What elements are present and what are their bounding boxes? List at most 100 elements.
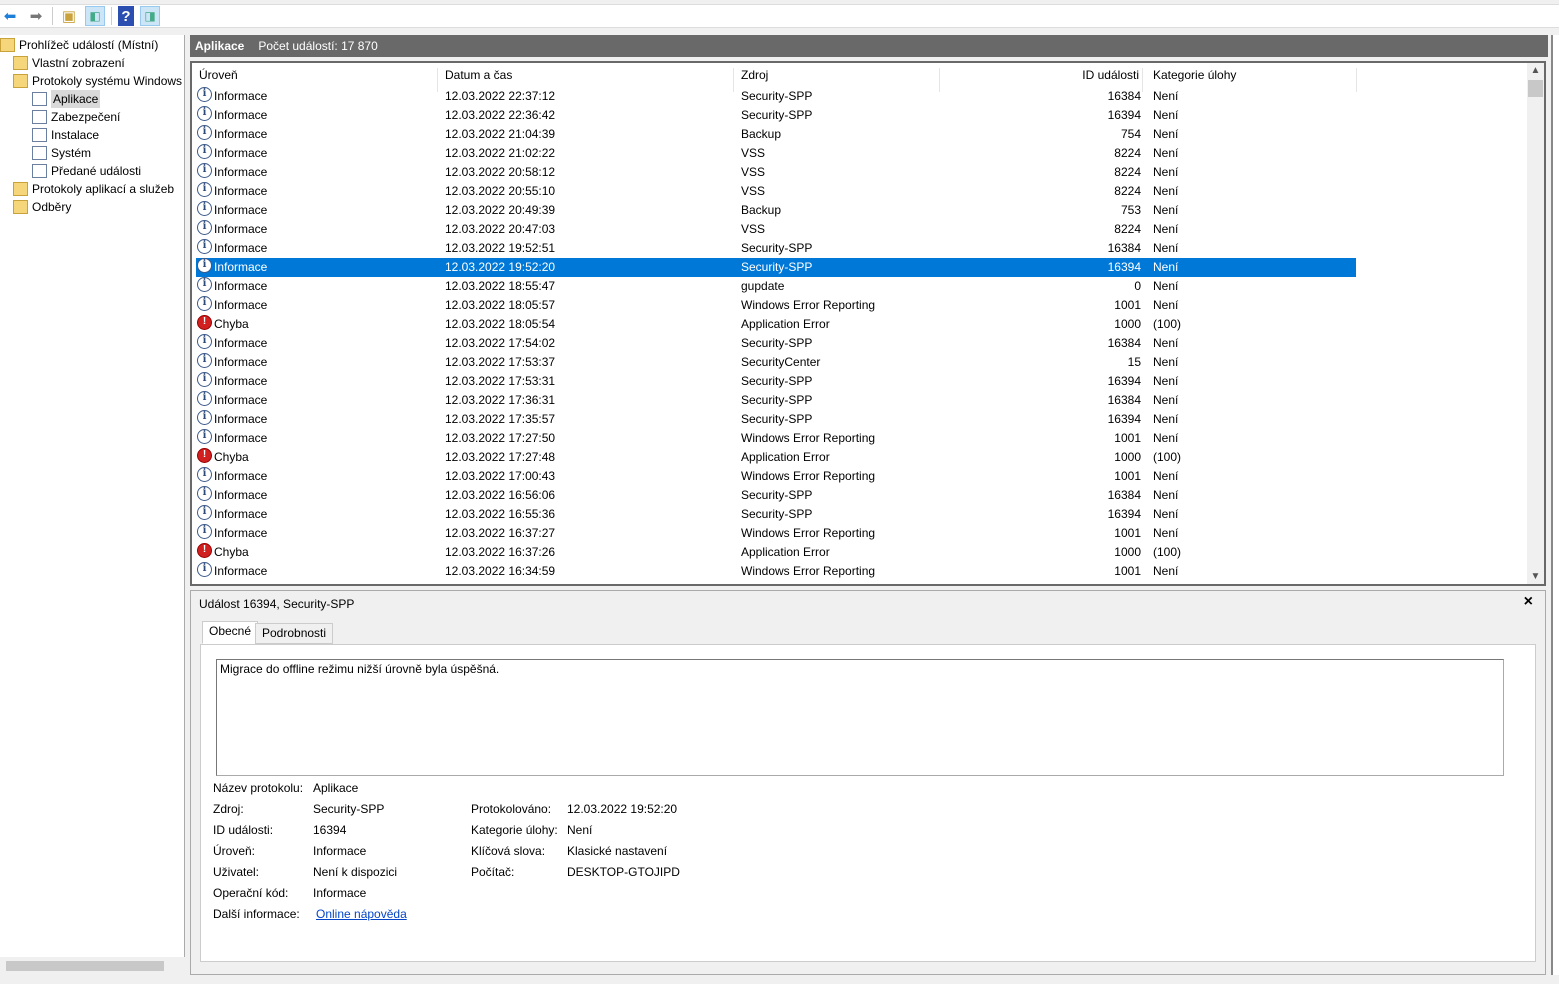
table-row[interactable]: i Informace 12.03.2022 19:52:20 Security-SP… — [196, 258, 1356, 277]
tree-item[interactable]: Prohlížeč událostí (Místní) — [0, 36, 158, 54]
table-row[interactable]: i Informace 12.03.2022 16:34:59 Windows Err… — [196, 562, 1356, 581]
cell-date-time: 12.03.2022 18:55:47 — [445, 279, 556, 293]
cell-level: Informace — [214, 222, 268, 236]
tree-item[interactable]: Systém — [32, 144, 91, 162]
scroll-up-icon[interactable]: ▲ — [1527, 65, 1544, 76]
field-value: Není k dispozici — [313, 865, 398, 879]
table-row[interactable]: ! Chyba 12.03.2022 18:05:54 Application Err… — [196, 315, 1356, 334]
horizontal-scrollbar[interactable] — [0, 957, 185, 975]
cell-source: Application Error — [741, 317, 830, 331]
cell-source: Security-SPP — [741, 393, 813, 407]
table-row[interactable]: i Informace 12.03.2022 17:35:57 Security-SP… — [196, 410, 1356, 429]
table-row[interactable]: ! Chyba 12.03.2022 16:37:26 Application Err… — [196, 543, 1356, 562]
table-row[interactable]: i Informace 12.03.2022 17:36:31 Security-SP… — [196, 391, 1356, 410]
field-label: Počítač: — [471, 865, 515, 879]
event-count: Počet událostí: 17 870 — [258, 39, 378, 53]
column-header[interactable]: ID události — [1082, 68, 1139, 82]
cell-task-category: Není — [1153, 127, 1179, 141]
table-row[interactable]: i Informace 12.03.2022 16:37:27 Windows Err… — [196, 524, 1356, 543]
table-row[interactable]: ! Chyba 12.03.2022 17:27:48 Application Err… — [196, 448, 1356, 467]
cell-level: Informace — [214, 488, 268, 502]
table-row[interactable]: i Informace 12.03.2022 20:49:39 Backup 753 Ne… — [196, 201, 1356, 220]
table-row[interactable]: i Informace 12.03.2022 17:27:50 Windows Err… — [196, 429, 1356, 448]
info-icon: i — [197, 106, 212, 121]
table-row[interactable]: i Informace 12.03.2022 21:02:22 VSS 8224 Není — [196, 144, 1356, 163]
scroll-down-icon[interactable]: ▼ — [1527, 571, 1544, 582]
tree-item[interactable]: Protokoly aplikací a služeb — [13, 180, 174, 198]
cell-source: Windows Error Reporting — [741, 431, 876, 445]
tree-item[interactable]: Předané události — [32, 162, 141, 180]
online-help-link[interactable]: Online nápověda — [316, 907, 407, 921]
cell-task-category: Není — [1153, 412, 1179, 426]
field-label: Protokolováno: — [471, 802, 552, 816]
up-folder-icon[interactable]: ▣ — [59, 6, 79, 26]
cell-date-time: 12.03.2022 18:05:54 — [445, 317, 556, 331]
table-row[interactable]: i Informace 12.03.2022 22:36:42 Security-SP… — [196, 106, 1356, 125]
cell-level: Informace — [214, 336, 268, 350]
help-icon[interactable]: ? — [118, 6, 134, 26]
table-row[interactable]: i Informace 12.03.2022 20:47:03 VSS 8224 Není — [196, 220, 1356, 239]
table-row[interactable]: i Informace 12.03.2022 17:00:43 Windows Err… — [196, 467, 1356, 486]
cell-event-id: 15 — [1127, 355, 1141, 369]
column-header[interactable]: Úroveň — [199, 68, 238, 82]
cell-event-id: 16394 — [1107, 108, 1141, 122]
table-row[interactable]: i Informace 12.03.2022 17:54:02 Security-SP… — [196, 334, 1356, 353]
tree-item[interactable]: Odběry — [13, 198, 71, 216]
tree-item[interactable]: Protokoly systému Windows — [13, 72, 182, 90]
tree-item[interactable]: Zabezpečení — [32, 108, 120, 126]
table-row[interactable]: i Informace 12.03.2022 20:58:12 VSS 8224 Není — [196, 163, 1356, 182]
event-log-icon — [32, 146, 47, 160]
back-arrow-icon[interactable]: ⬅ — [0, 6, 20, 26]
cell-level: Informace — [214, 260, 268, 274]
table-row[interactable]: i Informace 12.03.2022 16:56:06 Security-SP… — [196, 486, 1356, 505]
event-log-icon — [32, 128, 47, 142]
show-hide-console-tree-icon[interactable]: ◧ — [85, 6, 105, 26]
cell-date-time: 12.03.2022 17:36:31 — [445, 393, 556, 407]
tree-item-label: Systém — [51, 146, 92, 160]
scroll-thumb[interactable] — [1528, 80, 1543, 97]
column-header[interactable]: Datum a čas — [445, 68, 512, 82]
tab-general[interactable]: Obecné — [202, 621, 259, 644]
tree-item[interactable]: Instalace — [32, 126, 99, 144]
column-header[interactable]: Kategorie úlohy — [1153, 68, 1236, 82]
forward-arrow-icon[interactable]: ➡ — [26, 6, 46, 26]
cell-date-time: 12.03.2022 16:56:06 — [445, 488, 556, 502]
cell-source: Security-SPP — [741, 260, 813, 274]
tree-item[interactable]: Aplikace — [32, 90, 101, 108]
table-row[interactable]: i Informace 12.03.2022 18:05:57 Windows Err… — [196, 296, 1356, 315]
table-row[interactable]: i Informace 12.03.2022 19:52:51 Security-SP… — [196, 239, 1356, 258]
cell-level: Informace — [214, 127, 268, 141]
tree-item-label: Protokoly systému Windows — [32, 74, 183, 88]
toolbar-separator — [111, 7, 112, 25]
info-icon: i — [197, 182, 212, 197]
event-message[interactable]: Migrace do offline režimu nižší úrovně b… — [216, 659, 1504, 776]
table-row[interactable]: i Informace 12.03.2022 21:04:39 Backup 754 Ne… — [196, 125, 1356, 144]
tree-item[interactable]: Vlastní zobrazení — [13, 54, 125, 72]
column-divider[interactable] — [1356, 68, 1357, 92]
table-row[interactable]: i Informace 12.03.2022 18:55:47 gupdate 0 Nen… — [196, 277, 1356, 296]
cell-source: Backup — [741, 203, 782, 217]
tree-item-label: Vlastní zobrazení — [32, 56, 125, 70]
table-row[interactable]: i Informace 12.03.2022 16:55:36 Security-SP… — [196, 505, 1356, 524]
table-row[interactable]: i Informace 12.03.2022 20:55:10 VSS 8224 Není — [196, 182, 1356, 201]
cell-source: VSS — [741, 165, 766, 179]
info-icon: i — [197, 467, 212, 482]
cell-source: Application Error — [741, 545, 830, 559]
error-icon: ! — [197, 315, 212, 330]
tab-details[interactable]: Podrobnosti — [255, 623, 334, 644]
field-label: Úroveň: — [213, 844, 256, 858]
folder-icon — [13, 74, 28, 88]
vertical-scrollbar[interactable]: ▲ ▼ — [1527, 63, 1544, 584]
cell-event-id: 1001 — [1114, 298, 1141, 312]
cell-level: Informace — [214, 469, 268, 483]
close-icon[interactable]: × — [1524, 593, 1533, 611]
table-row[interactable]: i Informace 12.03.2022 17:53:37 SecurityCen… — [196, 353, 1356, 372]
table-row[interactable]: i Informace 12.03.2022 22:37:12 Security-SP… — [196, 87, 1356, 106]
table-row[interactable]: i Informace 12.03.2022 17:53:31 Security-SP… — [196, 372, 1356, 391]
info-icon: i — [197, 277, 212, 292]
cell-source: gupdate — [741, 279, 785, 293]
info-icon: i — [197, 334, 212, 349]
column-header[interactable]: Zdroj — [741, 68, 768, 82]
show-hide-action-pane-icon[interactable]: ◨ — [140, 6, 160, 26]
cell-level: Informace — [214, 184, 268, 198]
